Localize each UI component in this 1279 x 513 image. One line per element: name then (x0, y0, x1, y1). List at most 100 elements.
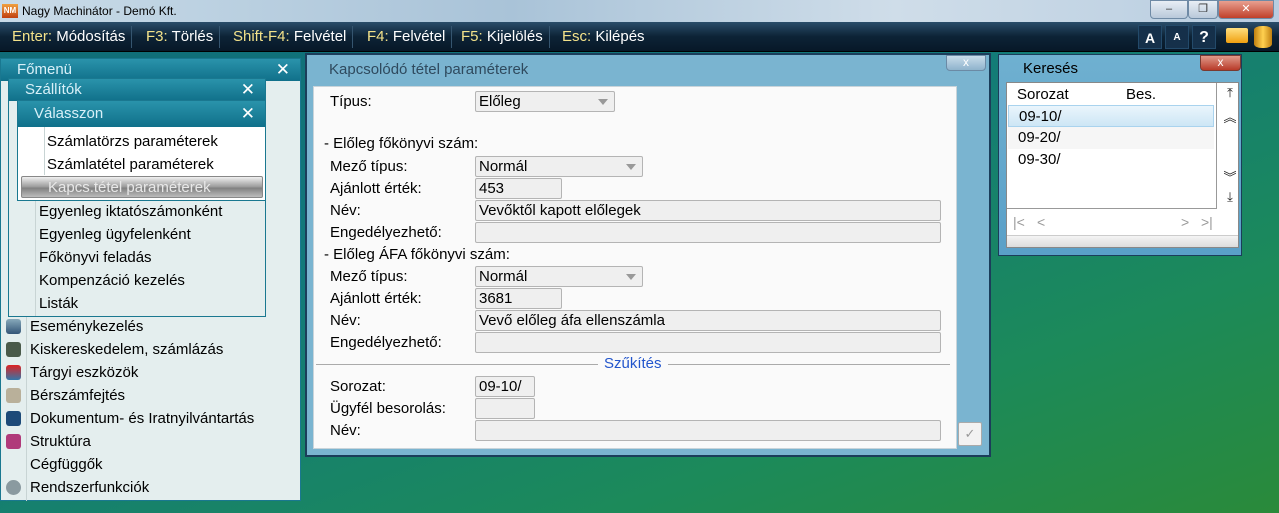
last-page-button[interactable]: >| (1201, 214, 1213, 230)
house-icon (6, 365, 21, 380)
cube-icon (6, 434, 21, 449)
list-item[interactable]: 09-10/ (1008, 105, 1214, 127)
font-larger-button[interactable]: A (1138, 25, 1162, 49)
suppliers-title-text: Szállítók (25, 81, 82, 98)
toolbar: Enter: Módosítás F3: Törlés Shift-F4: Fe… (0, 22, 1279, 52)
field-type-select-1[interactable]: Normál (475, 156, 643, 177)
menu-item-balance-by-client[interactable]: Egyenleg ügyfelenként (39, 226, 191, 243)
menu-item-linked-item-params[interactable]: Kapcs.tétel paraméterek (21, 176, 263, 198)
default-value-input-2[interactable]: 3681 (475, 288, 562, 309)
toolbar-shift-add[interactable]: Shift-F4: Felvétel (227, 26, 354, 48)
allowable-input-2[interactable] (475, 332, 941, 353)
search-grid: Sorozat Bes. 09-10/ 09-20/ 09-30/ (1007, 83, 1217, 209)
menu-item-balance-by-number[interactable]: Egyenleg iktatószámonként (39, 203, 222, 220)
column-header-series[interactable]: Sorozat (1017, 86, 1069, 103)
shortcut-label: Kijelölés (486, 28, 543, 45)
toolbar-select[interactable]: F5: Kijelölés (455, 26, 550, 48)
cash-register-icon (6, 342, 21, 357)
toolbar-delete[interactable]: F3: Törlés (140, 26, 221, 48)
linked-item-params-dialog: Kapcsolódó tétel paraméterek x Típus: El… (305, 53, 991, 457)
section2-heading: - Előleg ÁFA főkönyvi szám: (324, 246, 510, 263)
name-input-2[interactable]: Vevő előleg áfa ellenszámla (475, 310, 941, 331)
list-item[interactable]: 09-20/ (1008, 127, 1214, 149)
menu-item-documents[interactable]: Dokumentum- és Iratnyilvántartás (30, 410, 254, 427)
toolbar-add[interactable]: F4: Felvétel (361, 26, 453, 48)
suppliers-title: Szállítók ✕ (9, 79, 265, 101)
payroll-icon (6, 388, 21, 403)
close-icon[interactable]: ✕ (241, 79, 255, 101)
shortcut-key: F4: (367, 28, 389, 45)
client-category-input[interactable] (475, 398, 535, 419)
field-type-value: Normál (479, 158, 528, 175)
next-page-button[interactable]: > (1181, 214, 1189, 230)
type-select[interactable]: Előleg (475, 91, 615, 112)
close-window-button[interactable]: ✕ (1218, 0, 1274, 19)
field-type-select-2[interactable]: Normál (475, 266, 643, 287)
filter-name-input[interactable] (475, 420, 941, 441)
shortcut-key: F3: (146, 28, 168, 45)
type-label: Típus: (330, 93, 372, 110)
toolbar-modify[interactable]: Enter: Módosítás (6, 26, 133, 48)
menu-item-compensation[interactable]: Kompenzáció kezelés (39, 272, 185, 289)
allowable-input-1[interactable] (475, 222, 941, 243)
dialog-close-button[interactable]: x (946, 55, 986, 71)
app-logo: NM (2, 4, 18, 18)
menu-item-structure[interactable]: Struktúra (30, 433, 91, 450)
dropdown-arrow-icon (626, 274, 636, 280)
monitor-icon[interactable] (1226, 28, 1248, 43)
menu-item-lists[interactable]: Listák (39, 295, 78, 312)
shortcut-label: Törlés (171, 28, 214, 45)
default-value-input-1[interactable]: 453 (475, 178, 562, 199)
name-input-1[interactable]: Vevőktől kapott előlegek (475, 200, 941, 221)
close-icon[interactable]: ✕ (276, 59, 290, 81)
search-panel: Keresés x Sorozat Bes. 09-10/ 09-20/ 09-… (998, 54, 1242, 256)
shortcut-key: Shift-F4: (233, 28, 290, 45)
prev-page-button[interactable]: < (1037, 214, 1045, 230)
list-item[interactable]: 09-30/ (1008, 149, 1214, 171)
menu-item-invoice-item-params[interactable]: Számlatétel paraméterek (47, 156, 214, 173)
divider (44, 127, 45, 175)
shortcut-key: Enter: (12, 28, 53, 45)
shortcut-key: F5: (461, 28, 483, 45)
dialog-form: Típus: Előleg - Előleg főkönyvi szám: Me… (313, 86, 957, 449)
toolbar-exit[interactable]: Esc: Kilépés (556, 26, 651, 48)
minimize-button[interactable]: ‒ (1150, 0, 1188, 19)
dialog-title: Kapcsolódó tétel paraméterek (329, 61, 529, 78)
search-list: Sorozat Bes. 09-10/ 09-20/ 09-30/ ⤒ ︽ ︾ … (1006, 82, 1239, 248)
database-icon[interactable] (1254, 26, 1272, 48)
shortcut-label: Módosítás (56, 28, 126, 45)
allowable-label: Engedélyezhető: (330, 224, 442, 241)
search-close-button[interactable]: x (1200, 55, 1241, 71)
menu-item-ledger-posting[interactable]: Főkönyvi feladás (39, 249, 152, 266)
scroll-page-up-icon[interactable]: ︽ (1221, 107, 1239, 126)
type-value: Előleg (479, 93, 521, 110)
first-page-button[interactable]: |< (1013, 214, 1025, 230)
menu-item-invoice-master-params[interactable]: Számlatörzs paraméterek (47, 133, 218, 150)
name-label: Név: (330, 202, 361, 219)
restore-button[interactable]: ❐ (1188, 0, 1218, 19)
close-icon[interactable]: ✕ (241, 101, 255, 127)
status-bar (1007, 235, 1238, 247)
menu-item-payroll[interactable]: Bérszámfejtés (30, 387, 125, 404)
menu-item-company[interactable]: Cégfüggők (30, 456, 103, 473)
scroll-top-icon[interactable]: ⤒ (1221, 85, 1239, 101)
scroll-bottom-icon[interactable]: ⤓ (1221, 189, 1239, 205)
menu-item-retail[interactable]: Kiskereskedelem, számlázás (30, 341, 223, 358)
menu-item-events[interactable]: Eseménykezelés (30, 318, 143, 335)
series-input[interactable]: 09-10/ (475, 376, 535, 397)
ok-check-button[interactable]: ✓ (958, 422, 982, 446)
series-label: Sorozat: (330, 378, 386, 395)
client-category-label: Ügyfél besorolás: (330, 400, 446, 417)
scroll-page-down-icon[interactable]: ︾ (1221, 167, 1239, 186)
shortcut-key: Esc: (562, 28, 592, 45)
shortcut-label: Felvétel (392, 28, 446, 45)
section1-heading: - Előleg főkönyvi szám: (324, 135, 479, 152)
allowable-label: Engedélyezhető: (330, 334, 442, 351)
field-type-value: Normál (479, 268, 528, 285)
menu-item-system[interactable]: Rendszerfunkciók (30, 479, 149, 496)
menu-item-assets[interactable]: Tárgyi eszközök (30, 364, 138, 381)
column-header-category[interactable]: Bes. (1126, 86, 1156, 103)
folder-icon (6, 411, 21, 426)
help-button[interactable]: ? (1192, 25, 1216, 49)
font-smaller-button[interactable]: A (1165, 25, 1189, 49)
